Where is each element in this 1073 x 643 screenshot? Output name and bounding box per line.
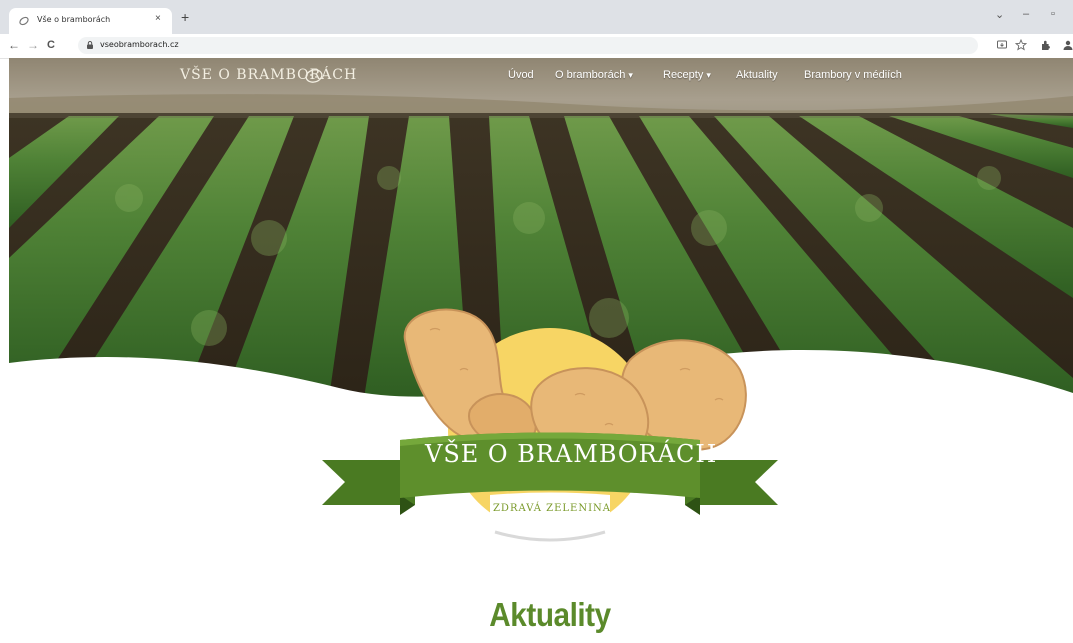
- section-heading-aktuality: Aktuality: [489, 596, 611, 633]
- extensions-icon[interactable]: [1040, 39, 1052, 51]
- nav-item-o-bramborach[interactable]: O bramborách ▾: [555, 69, 633, 81]
- nav-label: Aktuality: [736, 69, 778, 81]
- maximize-button[interactable]: ▫: [1051, 8, 1055, 20]
- address-bar[interactable]: vseobramborach.cz: [78, 37, 978, 54]
- new-tab-button[interactable]: +: [181, 10, 189, 24]
- lock-icon: [87, 41, 93, 49]
- tab-title: Vše o bramborách: [37, 15, 111, 24]
- main-navigation: Úvod O bramborách ▾ Recepty ▾ Aktuality Br…: [9, 69, 1073, 85]
- nav-item-recepty[interactable]: Recepty ▾: [663, 69, 711, 81]
- tab-close-icon[interactable]: ×: [155, 13, 161, 24]
- install-app-icon[interactable]: [996, 39, 1008, 51]
- brand-emblem: [322, 308, 778, 542]
- back-button[interactable]: ←: [8, 37, 20, 53]
- nav-label: O bramborách: [555, 69, 626, 81]
- reload-button[interactable]: C: [47, 37, 55, 53]
- nav-label: Recepty: [663, 69, 704, 81]
- chevron-down-icon: ▾: [706, 70, 711, 80]
- emblem-subtitle: ZDRAVÁ ZELENINA: [492, 503, 612, 514]
- emblem-title: VŠE O BRAMBORÁCH: [425, 440, 718, 468]
- tab-search-icon[interactable]: ⌄: [995, 8, 1004, 21]
- minimize-button[interactable]: –: [1023, 8, 1029, 20]
- browser-tab-bar: Vše o bramborách × + ⌄ – ▫: [0, 0, 1073, 34]
- nav-label: Brambory v médiích: [804, 69, 902, 81]
- browser-toolbar: ← → C vseobramborach.cz: [0, 34, 1073, 59]
- chevron-down-icon: ▾: [628, 70, 633, 80]
- profile-icon[interactable]: [1062, 39, 1073, 51]
- nav-item-uvod[interactable]: Úvod: [508, 69, 534, 81]
- nav-item-brambory-v-mediich[interactable]: Brambory v médiích: [804, 69, 902, 81]
- favicon-icon: [19, 16, 29, 26]
- browser-tab[interactable]: Vše o bramborách ×: [9, 8, 172, 34]
- nav-label: Úvod: [508, 69, 534, 81]
- url-text: vseobramborach.cz: [100, 40, 179, 49]
- nav-item-aktuality[interactable]: Aktuality: [736, 69, 778, 81]
- forward-button[interactable]: →: [27, 37, 39, 53]
- bookmark-star-icon[interactable]: [1015, 39, 1027, 51]
